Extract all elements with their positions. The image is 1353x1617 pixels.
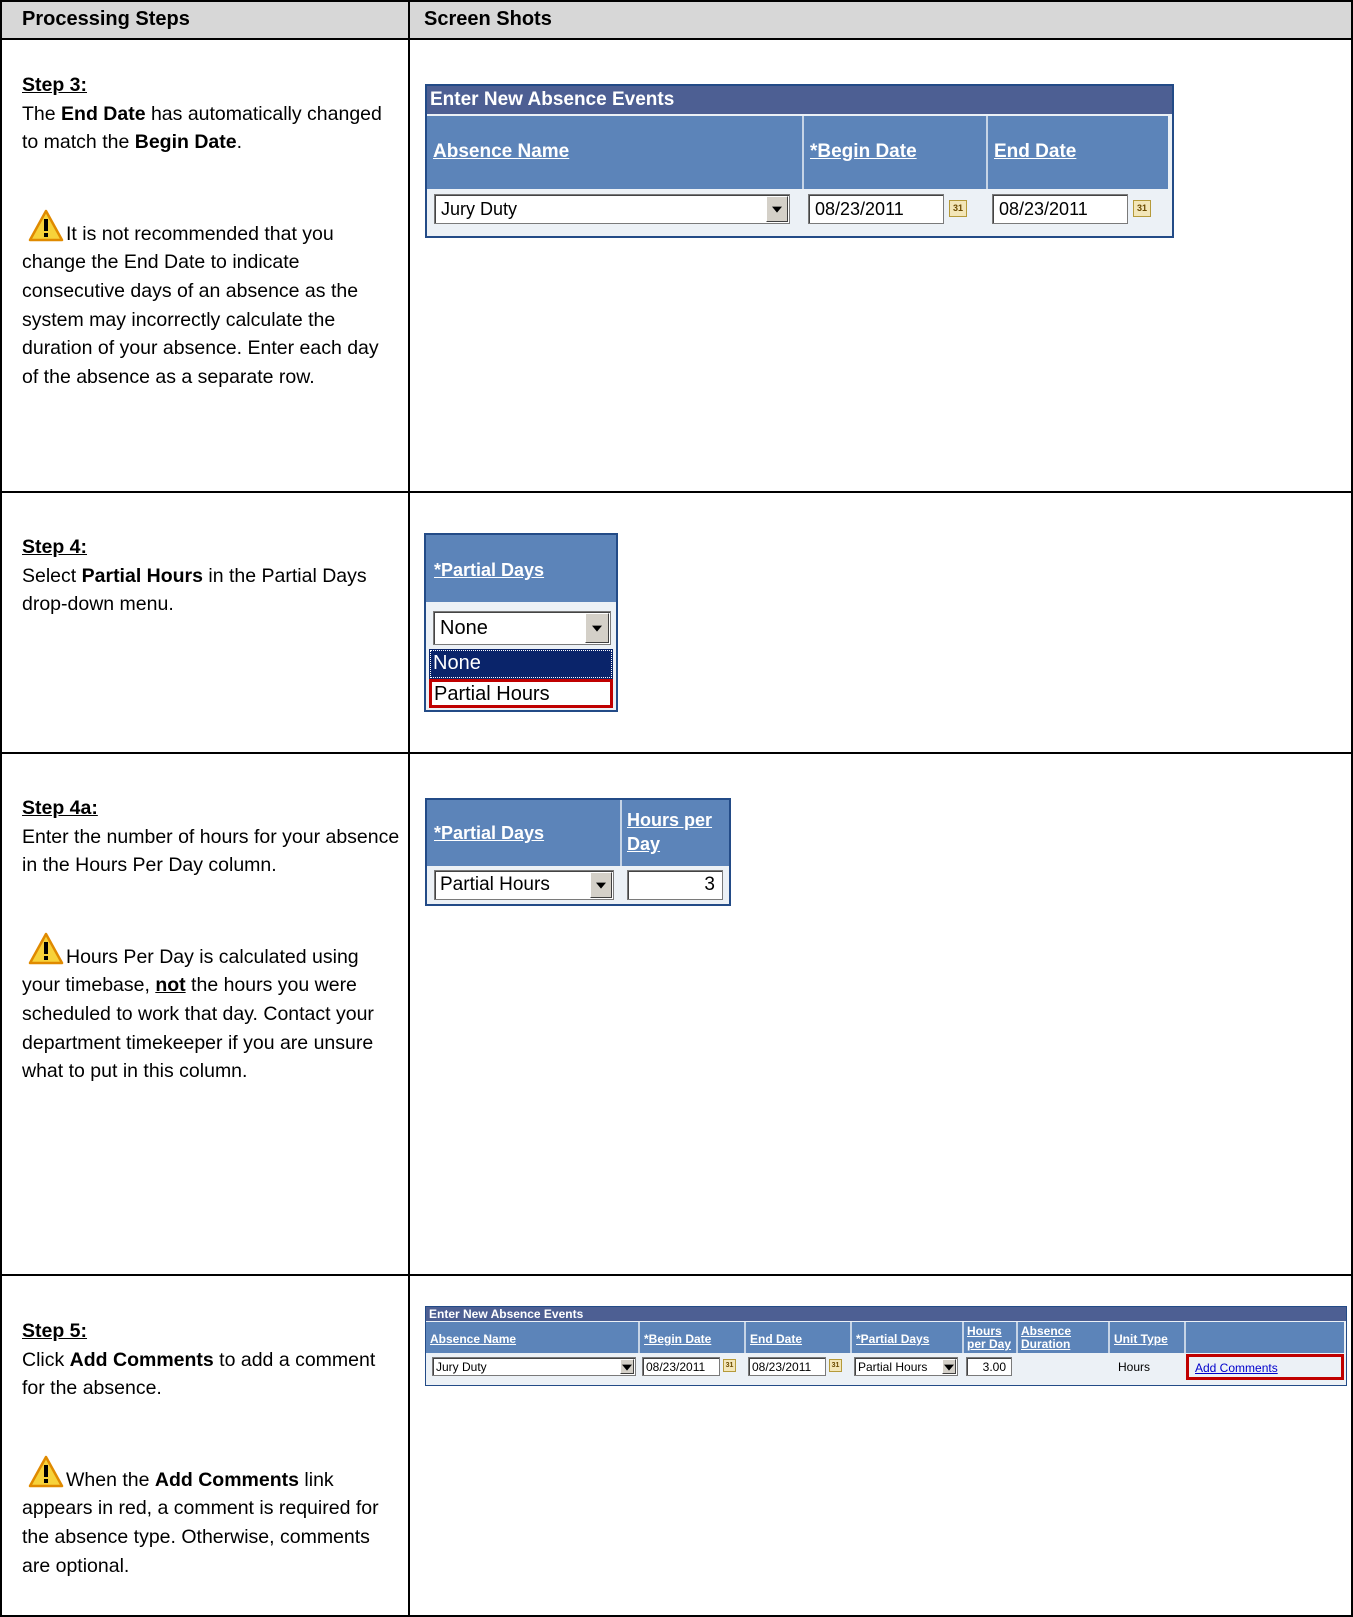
dropdown-arrow-icon[interactable] bbox=[585, 613, 609, 643]
sort-hours-per-day-link[interactable]: Hours per Day bbox=[967, 1325, 1013, 1351]
hours-per-day-value: 3.00 bbox=[982, 1360, 1006, 1374]
column-divider bbox=[408, 0, 410, 1617]
column-header-partial-days: *Partial Days bbox=[850, 1322, 962, 1353]
calendar-icon[interactable]: 31 bbox=[1133, 200, 1151, 217]
end-date-input[interactable]: 08/23/2011 bbox=[748, 1357, 826, 1376]
sort-hours-per-day-link[interactable]: Hours per Day bbox=[627, 808, 717, 856]
begin-date-input[interactable]: 08/23/2011 bbox=[642, 1357, 720, 1376]
unit-type-value: Hours bbox=[1118, 1360, 1151, 1374]
sort-begin-date-link[interactable]: *Begin Date bbox=[644, 1332, 711, 1346]
step-3-text: Step 3: The End Date has automatically c… bbox=[22, 74, 382, 388]
table-border-top bbox=[0, 0, 1353, 2]
column-header-begin-date: *Begin Date bbox=[638, 1322, 744, 1353]
begin-date-value: 08/23/2011 bbox=[646, 1360, 706, 1374]
sort-absence-name-link[interactable]: Absence Name bbox=[433, 141, 569, 163]
absence-name-dropdown[interactable]: Jury Duty bbox=[432, 1357, 636, 1376]
sort-absence-duration-link[interactable]: Absence Duration bbox=[1021, 1325, 1081, 1351]
hours-per-day-value: 3 bbox=[704, 874, 715, 895]
warning-icon bbox=[28, 209, 64, 242]
row-divider bbox=[0, 38, 1353, 40]
end-date-input[interactable]: 08/23/2011 bbox=[992, 194, 1128, 224]
warning-icon bbox=[28, 932, 64, 965]
option-none[interactable]: None bbox=[429, 649, 613, 679]
step-title: Step 5: bbox=[22, 1320, 88, 1342]
step-4a-text: Step 4a: Enter the number of hours for y… bbox=[22, 797, 400, 1083]
column-header-hours-per-day: Hours per Day bbox=[620, 800, 729, 866]
add-comments-link[interactable]: Add Comments bbox=[1195, 1361, 1278, 1375]
table-header bbox=[2, 2, 1351, 38]
dropdown-arrow-icon[interactable] bbox=[766, 196, 788, 222]
column-header-hours-per-day: Hours per Day bbox=[962, 1322, 1016, 1353]
step-title: Step 4a: bbox=[22, 797, 98, 819]
step-4-text: Step 4: Select Partial Hours in the Part… bbox=[22, 536, 367, 616]
absence-events-grid-1: Enter New Absence Events Absence Name *B… bbox=[425, 84, 1174, 238]
column-header-end-date: End Date bbox=[986, 116, 1168, 189]
column-header-absence-name: Absence Name bbox=[426, 1322, 638, 1353]
sort-partial-days-link[interactable]: *Partial Days bbox=[434, 823, 544, 844]
header-screen-shots: Screen Shots bbox=[424, 8, 552, 30]
absence-name-value: Jury Duty bbox=[441, 199, 518, 219]
row-divider bbox=[0, 491, 1353, 493]
sort-absence-name-link[interactable]: Absence Name bbox=[430, 1332, 516, 1346]
end-date-value: 08/23/2011 bbox=[999, 199, 1088, 219]
option-partial-hours[interactable]: Partial Hours bbox=[429, 679, 613, 708]
column-header-absence-name: Absence Name bbox=[427, 116, 802, 189]
column-header-comments bbox=[1184, 1322, 1344, 1353]
begin-date-input[interactable]: 08/23/2011 bbox=[808, 194, 944, 224]
partial-days-select[interactable]: Partial Hours bbox=[434, 870, 614, 900]
hours-per-day-input[interactable]: 3 bbox=[627, 870, 723, 900]
partial-hours-grid: *Partial Days Hours per Day Partial Hour… bbox=[425, 798, 731, 906]
header-processing-steps: Processing Steps bbox=[22, 8, 190, 30]
hours-per-day-input[interactable]: 3.00 bbox=[966, 1357, 1012, 1376]
calendar-icon[interactable]: 31 bbox=[829, 1359, 842, 1372]
warning-icon bbox=[28, 1455, 64, 1488]
option-partial-hours-label: Partial Hours bbox=[434, 683, 550, 705]
absence-events-grid-2: Enter New Absence Events Absence Name *B… bbox=[425, 1306, 1347, 1386]
table-border-left bbox=[0, 0, 2, 1617]
row-divider bbox=[0, 752, 1353, 754]
column-header-partial-days: *Partial Days bbox=[427, 800, 620, 866]
dropdown-arrow-icon[interactable] bbox=[942, 1359, 956, 1374]
dropdown-arrow-icon[interactable] bbox=[590, 872, 612, 898]
calendar-icon[interactable]: 31 bbox=[949, 200, 967, 217]
column-header-absence-duration: Absence Duration bbox=[1016, 1322, 1108, 1353]
step-5-text: Step 5: Click Add Comments to add a comm… bbox=[22, 1320, 379, 1577]
partial-days-dropdown-shot: *Partial Days None None Partial Hours bbox=[424, 533, 618, 712]
sort-end-date-link[interactable]: End Date bbox=[750, 1332, 802, 1346]
sort-unit-type-link[interactable]: Unit Type bbox=[1114, 1332, 1168, 1346]
step-title: Step 3: bbox=[22, 74, 88, 96]
column-header-end-date: End Date bbox=[744, 1322, 850, 1353]
sort-end-date-link[interactable]: End Date bbox=[994, 141, 1076, 163]
partial-days-select[interactable]: Partial Hours bbox=[854, 1357, 958, 1376]
dropdown-arrow-icon[interactable] bbox=[620, 1359, 634, 1374]
add-comments-highlight: Add Comments bbox=[1186, 1354, 1344, 1380]
end-date-value: 08/23/2011 bbox=[752, 1360, 812, 1374]
partial-days-value: Partial Hours bbox=[858, 1360, 928, 1374]
grid-caption: Enter New Absence Events bbox=[427, 86, 1172, 114]
absence-name-dropdown[interactable]: Jury Duty bbox=[434, 194, 790, 224]
option-none-label: None bbox=[433, 652, 481, 674]
absence-name-value: Jury Duty bbox=[436, 1360, 487, 1374]
sort-partial-days-link[interactable]: *Partial Days bbox=[856, 1332, 929, 1346]
calendar-icon[interactable]: 31 bbox=[723, 1359, 736, 1372]
grid-caption: Enter New Absence Events bbox=[426, 1307, 1346, 1321]
sort-begin-date-link[interactable]: *Begin Date bbox=[810, 141, 917, 163]
begin-date-value: 08/23/2011 bbox=[815, 199, 904, 219]
step-title: Step 4: bbox=[22, 536, 88, 558]
partial-days-select[interactable]: None bbox=[433, 611, 611, 645]
column-header-begin-date: *Begin Date bbox=[802, 116, 986, 189]
partial-days-value: None bbox=[440, 617, 488, 639]
column-header-unit-type: Unit Type bbox=[1108, 1322, 1184, 1353]
step-3-note: It is not recommended that you change th… bbox=[22, 222, 379, 388]
partial-days-value: Partial Hours bbox=[440, 874, 550, 895]
procedure-table: Processing Steps Screen Shots Step 3: Th… bbox=[0, 0, 1353, 1617]
row-divider bbox=[0, 1274, 1353, 1276]
sort-partial-days-link[interactable]: *Partial Days bbox=[434, 560, 544, 581]
column-header-partial-days: *Partial Days bbox=[426, 535, 616, 602]
